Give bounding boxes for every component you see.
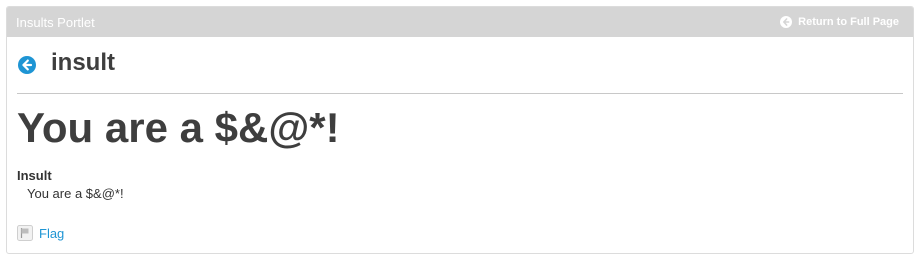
entry-heading: You are a $&@*! bbox=[17, 104, 340, 151]
page-header: insult bbox=[17, 37, 903, 94]
flag-action: Flag bbox=[17, 225, 903, 241]
portlet-topper: Insults Portlet Return to Full Page bbox=[7, 7, 913, 37]
return-to-full-page-link[interactable]: Return to Full Page bbox=[780, 16, 899, 28]
page-title: insult bbox=[51, 49, 115, 76]
flag-icon[interactable] bbox=[17, 225, 33, 241]
portlet-content: insult You are a $&@*! Insult You are a … bbox=[7, 37, 913, 241]
return-to-full-page-label: Return to Full Page bbox=[798, 16, 899, 28]
portlet-title: Insults Portlet bbox=[16, 14, 95, 30]
insult-field-label: Insult bbox=[17, 168, 52, 183]
insult-field-value: You are a $&@*! bbox=[27, 186, 124, 201]
back-arrow-icon[interactable] bbox=[17, 55, 37, 75]
flag-link[interactable]: Flag bbox=[39, 226, 64, 241]
arrow-left-circle-icon bbox=[780, 16, 793, 28]
insults-portlet: Insults Portlet Return to Full Page insu… bbox=[6, 6, 914, 254]
